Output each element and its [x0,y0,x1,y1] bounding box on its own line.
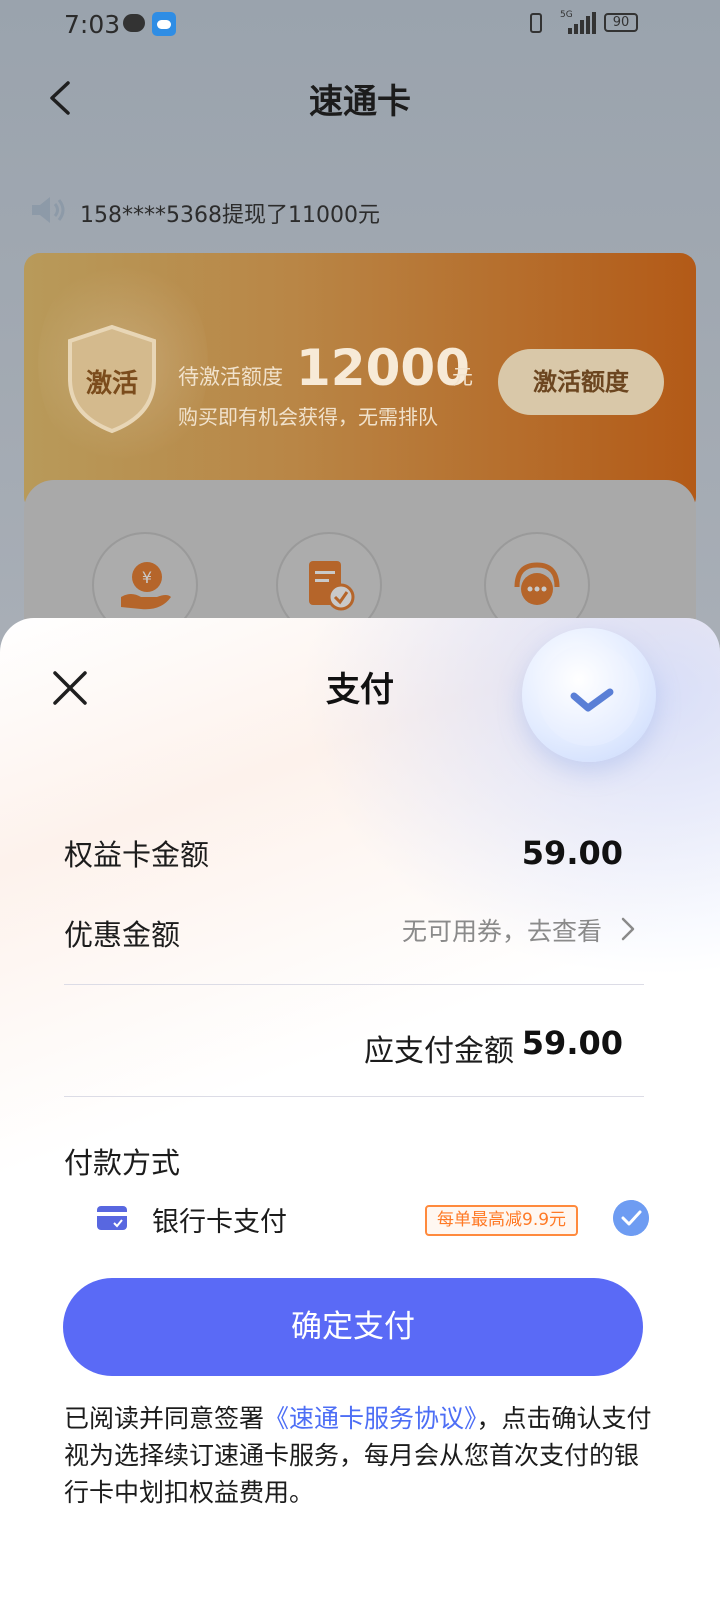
quota-subtitle: 购买即有机会获得，无需排队 [178,405,438,429]
yuan-hand-icon: ¥ [121,562,171,610]
service-agreement-link[interactable]: 《速通卡服务协议》 [264,1404,477,1433]
check-badge-icon [522,628,656,762]
card-amount-value: 59.00 [521,834,623,872]
payment-method-title: 付款方式 [64,1146,181,1180]
weather-icon [152,12,176,36]
bank-card-icon [97,1206,127,1230]
agreement-text: 已阅读并同意签署《速通卡服务协议》，点击确认支付视为选择续订速通卡服务，每月会从… [64,1400,654,1511]
shield-label: 激活 [85,369,138,399]
activate-quota-button[interactable]: 激活额度 [498,349,664,415]
discount-badge: 每单最高减9.9元 [425,1205,579,1236]
message-icon [123,14,145,32]
divider [64,1096,644,1097]
notice-text: 158****5368提现了11000元 [80,203,380,228]
speaker-icon [32,197,65,223]
chevron-right-icon[interactable] [620,916,636,942]
discount-label: 优惠金额 [64,918,181,952]
bank-card-option[interactable]: 银行卡支付 [152,1200,287,1239]
total-label: 应支付金额 [364,1034,514,1069]
svg-text:¥: ¥ [142,568,152,587]
vibrate-icon [530,13,542,33]
status-time: 7:03 [64,10,121,39]
agreement-prefix: 已阅读并同意签署 [64,1404,265,1433]
coupon-link[interactable]: 无可用券，去查看 [402,912,602,948]
quota-amount: 12000 [296,339,470,397]
quota-unit: 元 [452,365,473,389]
checked-radio-icon[interactable] [613,1200,649,1236]
confirm-pay-button[interactable]: 确定支付 [63,1278,643,1376]
card-amount-label: 权益卡金额 [64,838,210,872]
status-bar: 7:03 5G 90 [0,0,720,50]
activation-card: 激活 待激活额度 12000 元 购买即有机会获得，无需排队 激活额度 [24,253,696,513]
divider [64,984,644,985]
document-check-icon [309,561,355,611]
network-label: 5G [560,10,573,20]
battery-indicator: 90 [604,13,638,32]
quota-label: 待激活额度 [178,365,283,389]
payment-sheet: 支付 权益卡金额 59.00 优惠金额 无可用券，去查看 应支付金额 59.00… [0,618,720,1600]
customer-service-icon [514,562,560,605]
total-value: 59.00 [521,1024,623,1062]
page-title: 速通卡 [309,82,411,122]
signal-icon: 5G [560,10,596,34]
